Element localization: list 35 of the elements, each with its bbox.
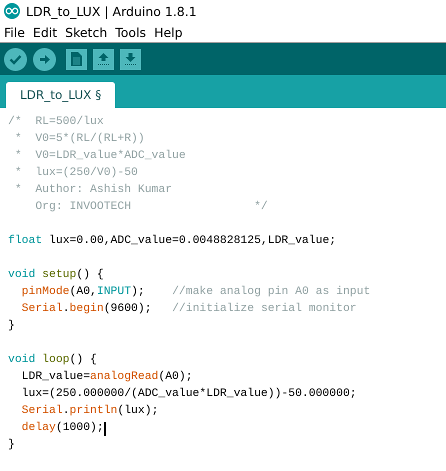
code-line: * Author: Ashish Kumar <box>14 182 172 198</box>
window-title: LDR_to_LUX | Arduino 1.8.1 <box>26 4 197 18</box>
save-button[interactable] <box>120 48 141 70</box>
menu-item[interactable]: File <box>4 24 25 40</box>
arrow-down-icon <box>124 52 137 66</box>
code-line: pinMode(A0,INPUT); //make analog pin A0 as input <box>20 284 370 300</box>
arrow-up-icon <box>97 52 110 66</box>
menu-item[interactable]: Sketch <box>65 24 108 40</box>
arrow-right-icon <box>38 54 50 64</box>
code-line: Serial.begin(9600); //initialize serial monitor <box>20 302 357 317</box>
checkmark-icon <box>9 54 22 64</box>
code-line: } <box>8 318 15 334</box>
code-line: LDR_value=analogRead(A0); <box>20 370 193 385</box>
code-line: Org: INVOOTECH */ <box>34 200 268 215</box>
code-line: Serial.println(lux); <box>20 404 158 419</box>
code-line: float lux=0.00,ADC_value=0.0048828125,LDR_value; <box>8 234 336 249</box>
code-line: delay(1000); <box>20 420 104 436</box>
menu-item[interactable]: Help <box>154 24 183 40</box>
sketch-tab[interactable]: LDR_to_LUX § <box>6 82 116 108</box>
upload-button[interactable] <box>33 48 56 70</box>
menu-item[interactable]: Tools <box>115 24 146 40</box>
code-line: * lux=(250/V0)-50 <box>14 166 138 181</box>
new-button[interactable] <box>66 48 87 70</box>
document-icon <box>71 52 82 66</box>
code-line: void loop() { <box>8 352 97 368</box>
arduino-logo-icon <box>4 3 20 19</box>
open-button[interactable] <box>93 48 114 70</box>
code-line: * V0=LDR_value*ADC_value <box>14 148 186 164</box>
verify-button[interactable] <box>4 48 27 70</box>
code-line: } <box>8 438 15 453</box>
code-line: * V0=5*(RL/(RL+R)) <box>14 132 145 147</box>
code-line: /* RL=500/lux <box>8 114 104 130</box>
menu-item[interactable]: Edit <box>32 24 58 40</box>
code-line: void setup() { <box>8 268 104 283</box>
code-line: lux=(250.000000/(ADC_value*LDR_value))-50.000000; <box>20 386 357 402</box>
